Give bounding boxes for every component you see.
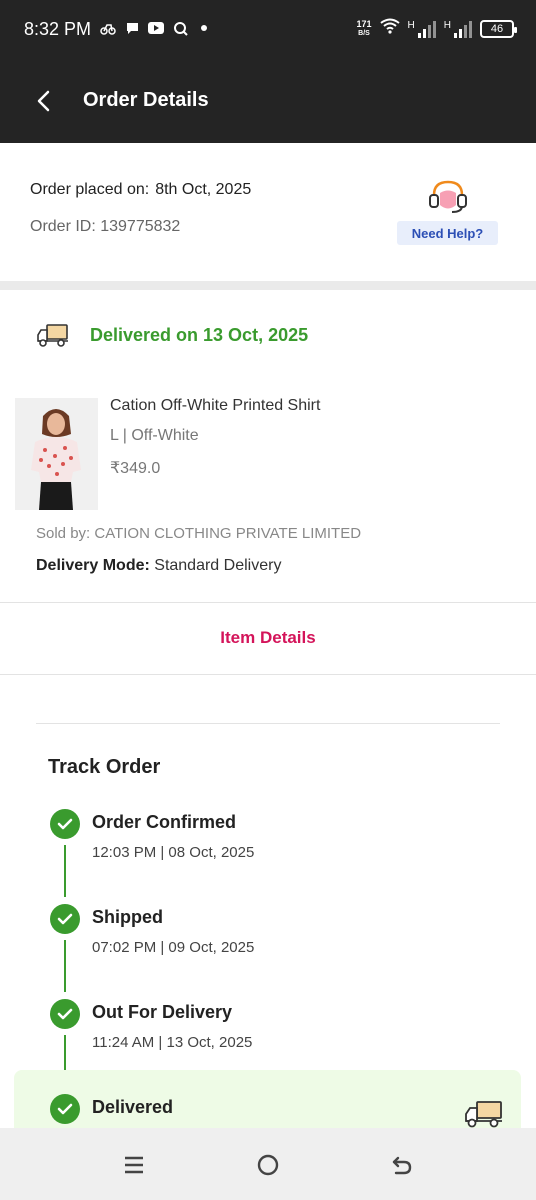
step-label: Shipped <box>92 907 163 927</box>
sold-by: Sold by: CATION CLOTHING PRIVATE LIMITED <box>36 525 362 542</box>
top-bar: 8:32 PM 171 B/S H H 46 Order Details <box>0 0 536 143</box>
signal-icon-2: H <box>444 20 472 38</box>
step-label: Order Confirmed <box>92 812 237 832</box>
delivery-mode-label: Delivery Mode: <box>36 557 150 574</box>
menu-lines-icon <box>125 1156 143 1174</box>
check-icon <box>50 999 80 1029</box>
need-help-button[interactable]: Need Help? <box>397 221 498 245</box>
battery-icon: 46 <box>480 19 517 38</box>
delivery-truck-icon <box>37 324 68 347</box>
product-photo <box>15 398 98 510</box>
check-icon <box>50 1094 80 1124</box>
back-arrow-icon <box>37 90 50 112</box>
net-speed: 171 B/S <box>356 18 372 38</box>
net-speed-unit: B/S <box>358 29 370 37</box>
app-header: Order Details <box>0 60 536 143</box>
timeline-step: Shipped 07:02 PM | 09 Oct, 2025 <box>0 904 536 964</box>
track-order-title: Track Order <box>48 756 161 778</box>
notification-icons <box>100 20 212 36</box>
timeline-step: Out For Delivery 11:24 AM | 13 Oct, 2025 <box>0 999 536 1059</box>
back-nav-button[interactable] <box>387 1150 417 1180</box>
step-label: Out For Delivery <box>92 1002 233 1022</box>
signal-label-1: H <box>407 19 415 31</box>
recents-button[interactable] <box>119 1150 149 1180</box>
delivery-truck-icon <box>465 1101 502 1128</box>
signal-icon-1: H <box>408 20 436 38</box>
order-placed-label: Order placed on: <box>30 181 150 198</box>
order-placed: Order placed on: 8th Oct, 2025 <box>30 181 251 199</box>
delivery-section: Delivered on 13 Oct, 2025 Cation Off-Whi… <box>0 290 536 675</box>
item-details-link[interactable]: Item Details <box>0 628 536 648</box>
back-curve-icon <box>392 1156 412 1175</box>
delivery-mode: Delivery Mode: Standard Delivery <box>36 557 281 575</box>
headset-icon <box>429 180 467 213</box>
page-title: Order Details <box>83 89 209 111</box>
signal-label-2: H <box>443 19 451 31</box>
divider <box>36 723 500 724</box>
divider <box>0 602 536 603</box>
order-placed-date: 8th Oct, 2025 <box>155 181 252 198</box>
back-button[interactable] <box>28 86 58 116</box>
delivery-status: Delivered on 13 Oct, 2025 <box>36 322 308 348</box>
home-button[interactable] <box>253 1150 283 1180</box>
check-icon <box>50 809 80 839</box>
battery-level: 46 <box>490 22 504 35</box>
dot-icon <box>196 20 212 36</box>
section-divider <box>0 281 536 290</box>
system-nav-bar <box>0 1128 536 1200</box>
step-time: 11:24 AM | 13 Oct, 2025 <box>92 1034 253 1051</box>
step-time: 07:02 PM | 09 Oct, 2025 <box>92 939 255 956</box>
step-time: 12:03 PM | 08 Oct, 2025 <box>92 844 255 861</box>
status-bar: 8:32 PM 171 B/S H H 46 <box>0 0 536 60</box>
track-order-section: Track Order Order Confirmed 12:03 PM | 0… <box>0 675 536 1150</box>
check-icon <box>50 904 80 934</box>
wifi-icon <box>379 18 400 39</box>
product-image[interactable] <box>15 398 98 510</box>
youtube-icon <box>148 20 164 36</box>
product-price: ₹349.0 <box>110 460 161 477</box>
step-label: Delivered <box>92 1097 174 1117</box>
product-name[interactable]: Cation Off-White Printed Shirt <box>110 397 320 415</box>
delivery-mode-value: Standard Delivery <box>154 557 282 574</box>
product-variant: L | Off-White <box>110 427 199 444</box>
need-help[interactable]: Need Help? <box>397 179 498 245</box>
chat-icon <box>124 20 140 36</box>
search-app-icon <box>172 20 188 36</box>
timeline-step: Order Confirmed 12:03 PM | 08 Oct, 2025 <box>0 809 536 869</box>
delivery-status-text: Delivered on 13 Oct, 2025 <box>90 324 309 345</box>
order-id: Order ID: 139775832 <box>30 218 181 235</box>
order-info-section: Order placed on: 8th Oct, 2025 Order ID: … <box>0 143 536 281</box>
status-right: 171 B/S H H 46 <box>356 18 517 39</box>
bike-icon <box>100 20 116 36</box>
status-time: 8:32 PM <box>24 19 92 39</box>
home-circle-icon <box>257 1154 279 1176</box>
net-speed-value: 171 <box>356 18 372 29</box>
